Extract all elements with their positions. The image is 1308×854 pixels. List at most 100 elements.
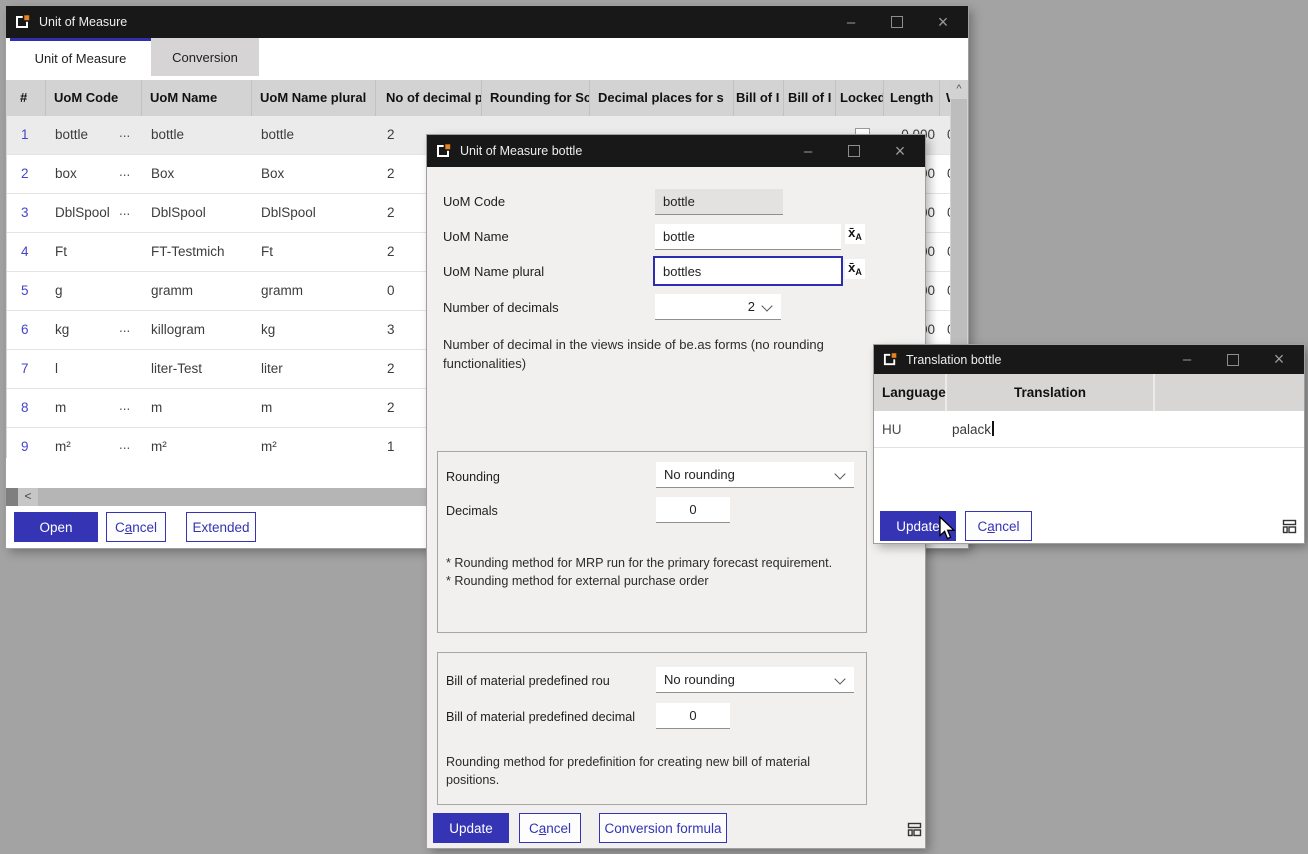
column-header[interactable]: Bill of I xyxy=(734,80,784,116)
conversion-formula-button[interactable]: Conversion formula xyxy=(599,813,727,843)
tab-conversion[interactable]: Conversion xyxy=(151,38,259,76)
number-of-decimals-select[interactable]: 2 xyxy=(655,294,781,320)
maximize-button[interactable] xyxy=(831,135,877,167)
tab-label: Unit of Measure xyxy=(35,51,127,66)
titlebar[interactable]: Unit of Measure – × xyxy=(6,6,968,38)
column-header[interactable]: Decimal places for s xyxy=(590,80,734,116)
uom-name-cell: killogram xyxy=(143,311,253,349)
cancel-button[interactable]: Cancel xyxy=(965,511,1032,541)
row-number: 7 xyxy=(7,350,47,388)
uom-name-cell: gramm xyxy=(143,272,253,310)
maximize-icon xyxy=(848,145,860,157)
column-header[interactable]: Rounding for Sc xyxy=(482,80,590,116)
mouse-cursor xyxy=(938,516,958,542)
uom-name-plural-field[interactable]: bottles xyxy=(653,256,843,286)
scroll-up-icon[interactable]: ^ xyxy=(950,80,968,98)
extended-button[interactable]: Extended xyxy=(186,512,256,542)
uom-code-label: UoM Code xyxy=(443,194,653,210)
translate-icon[interactable]: x̄A xyxy=(845,259,865,279)
minimize-button[interactable]: – xyxy=(785,135,831,167)
maximize-button[interactable] xyxy=(1210,345,1256,374)
minimize-button[interactable]: – xyxy=(828,6,874,38)
ellipsis-button[interactable]: ... xyxy=(119,389,141,427)
maximize-icon xyxy=(891,16,903,28)
width-cell: 0.000 xyxy=(941,116,950,154)
open-button-label: Open xyxy=(39,520,72,535)
translation-cell[interactable]: palack xyxy=(952,411,994,448)
titlebar[interactable]: Translation bottle – × xyxy=(874,345,1304,374)
tab-unit-of-measure[interactable]: Unit of Measure xyxy=(10,38,151,76)
window-title: Unit of Measure xyxy=(39,15,127,29)
translation-row[interactable]: HU palack xyxy=(874,411,1304,448)
decimals-help-text: Number of decimal in the views inside of… xyxy=(443,335,847,373)
ellipsis-button[interactable] xyxy=(119,272,141,310)
rounding-groupbox: Rounding No rounding Decimals 0 * Roundi… xyxy=(437,451,867,633)
scroll-left-icon[interactable]: < xyxy=(18,488,38,506)
width-cell: 0.000 xyxy=(941,311,950,349)
table-header: # UoM Code UoM Name UoM Name plural No o… xyxy=(6,80,950,116)
rounding-select[interactable]: No rounding xyxy=(656,462,854,488)
column-header[interactable]: UoM Name xyxy=(142,80,252,116)
uom-plural-cell: m² xyxy=(253,428,377,458)
uom-name-cell: liter-Test xyxy=(143,350,253,388)
chevron-down-icon xyxy=(834,468,845,479)
form-layout-icon[interactable] xyxy=(907,822,923,837)
update-button[interactable]: Update xyxy=(433,813,509,843)
row-number: 3 xyxy=(7,194,47,232)
uom-code-field: bottle xyxy=(655,189,783,215)
uom-plural-cell: gramm xyxy=(253,272,377,310)
column-header[interactable]: UoM Name plural xyxy=(252,80,376,116)
window-title: Unit of Measure bottle xyxy=(460,144,582,158)
uom-plural-cell: Ft xyxy=(253,233,377,271)
cancel-button[interactable]: Cancel xyxy=(106,512,166,542)
close-button[interactable]: × xyxy=(1256,345,1302,374)
ellipsis-button[interactable]: ... xyxy=(119,311,141,349)
ellipsis-button[interactable] xyxy=(119,350,141,388)
translation-column-header[interactable]: Translation xyxy=(947,374,1155,411)
cancel-button[interactable]: Cancel xyxy=(519,813,581,843)
close-button[interactable]: × xyxy=(920,6,966,38)
language-column-header[interactable]: Language xyxy=(874,374,947,411)
uom-name-field[interactable]: bottle xyxy=(655,224,841,250)
maximize-button[interactable] xyxy=(874,6,920,38)
uom-name-cell: bottle xyxy=(143,116,253,154)
uom-name-label: UoM Name xyxy=(443,229,653,245)
ellipsis-button[interactable]: ... xyxy=(119,428,141,458)
translate-icon[interactable]: x̄A xyxy=(845,224,865,244)
column-header[interactable]: No of decimal p xyxy=(376,80,482,116)
column-header[interactable]: Bill of I xyxy=(784,80,836,116)
width-cell: 0.000 xyxy=(941,194,950,232)
titlebar[interactable]: Unit of Measure bottle – × xyxy=(427,135,925,167)
row-number: 4 xyxy=(7,233,47,271)
column-header[interactable]: UoM Code xyxy=(46,80,142,116)
minimize-button[interactable]: – xyxy=(1164,345,1210,374)
bom-rounding-label: Bill of material predefined rou xyxy=(446,674,658,688)
app-logo-icon xyxy=(883,352,898,367)
ellipsis-button[interactable]: ... xyxy=(119,155,141,193)
cancel-button-label: Cancel xyxy=(115,520,157,535)
ellipsis-button[interactable]: ... xyxy=(119,194,141,232)
form-layout-icon[interactable] xyxy=(1282,519,1298,534)
cancel-button-label: Cancel xyxy=(529,821,571,836)
rounding-label: Rounding xyxy=(446,470,658,484)
open-button[interactable]: Open xyxy=(14,512,98,542)
uom-name-cell: Box xyxy=(143,155,253,193)
width-cell: 0.000 xyxy=(941,272,950,310)
bom-rounding-select[interactable]: No rounding xyxy=(656,667,854,693)
app-logo-icon xyxy=(15,14,31,30)
close-button[interactable]: × xyxy=(877,135,923,167)
ellipsis-button[interactable] xyxy=(119,233,141,271)
ellipsis-button[interactable]: ... xyxy=(119,116,141,154)
bom-groupbox: Bill of material predefined rou No round… xyxy=(437,652,867,805)
column-header[interactable]: # xyxy=(6,80,46,116)
dialog-unit-of-measure-bottle: Unit of Measure bottle – × UoM Code bott… xyxy=(427,135,925,848)
column-header[interactable]: Locked xyxy=(836,80,884,116)
column-header[interactable]: W xyxy=(940,80,950,116)
decimals-field[interactable]: 0 xyxy=(656,497,730,523)
horizontal-scrollbar-thumb[interactable] xyxy=(6,488,18,506)
extended-button-label: Extended xyxy=(192,520,249,535)
empty-column-header xyxy=(1155,374,1304,411)
bom-decimals-field[interactable]: 0 xyxy=(656,703,730,729)
column-header[interactable]: Length xyxy=(884,80,940,116)
decimals-label: Decimals xyxy=(446,504,658,518)
